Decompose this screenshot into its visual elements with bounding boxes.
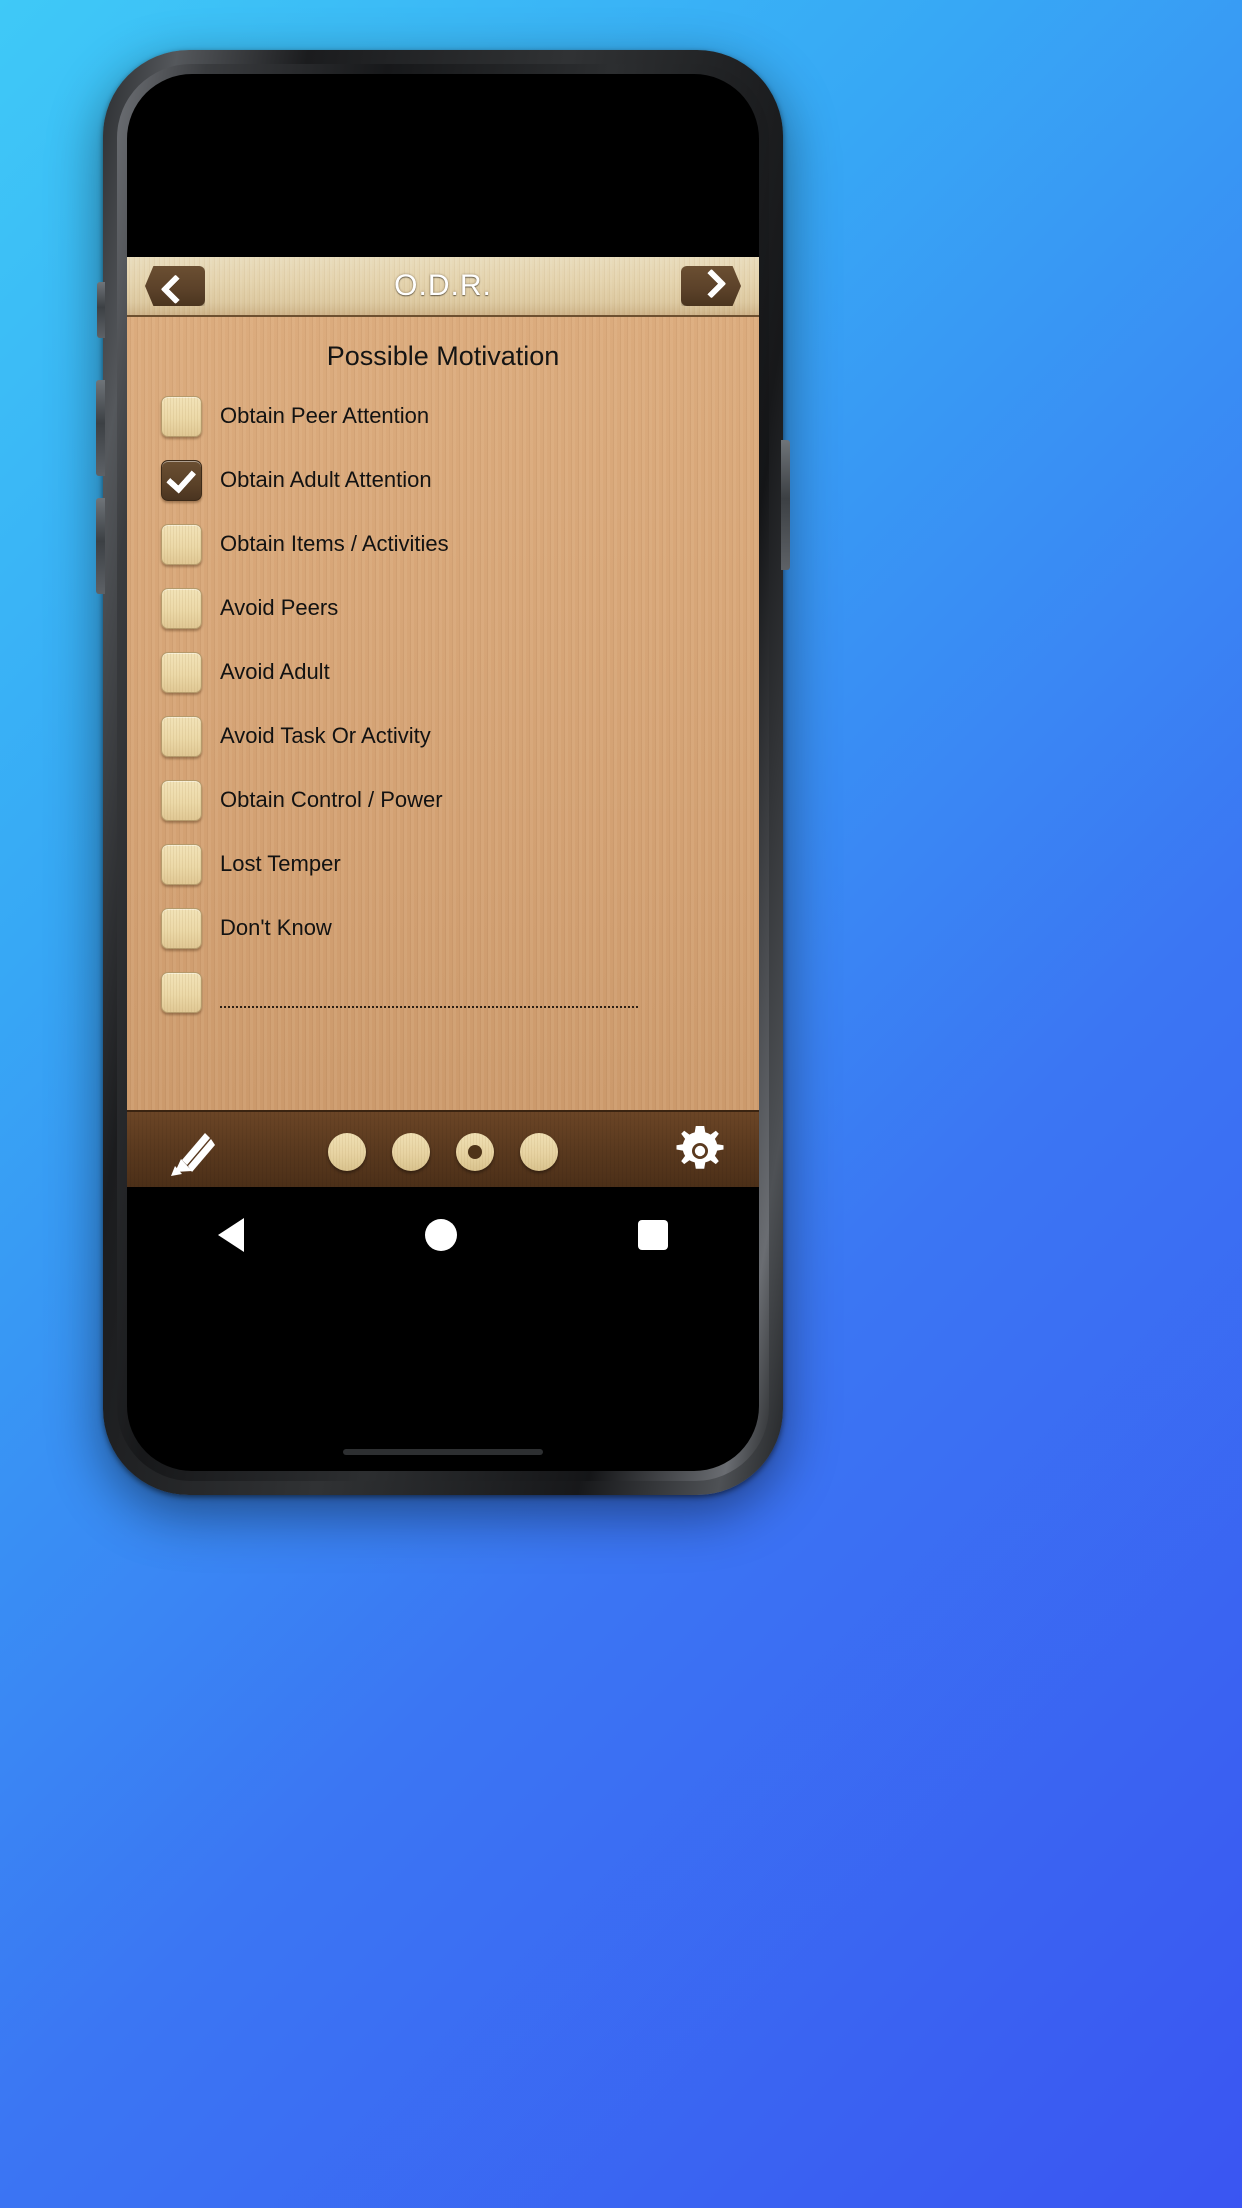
checklist-row-custom[interactable]	[127, 960, 759, 1024]
checkbox-unchecked[interactable]	[161, 715, 202, 757]
app-screen: O.D.R. Possible Motivation Obtain Peer A…	[127, 257, 759, 1187]
volume-up-button[interactable]	[96, 380, 105, 476]
chevron-left-icon	[160, 273, 190, 304]
android-nav-bar	[127, 1187, 759, 1283]
checklist-row-label: Don't Know	[220, 915, 332, 940]
checklist-row[interactable]: Obtain Items / Activities	[127, 512, 759, 576]
checklist-row-label: Avoid Peers	[220, 595, 339, 620]
checkbox-unchecked[interactable]	[161, 587, 202, 629]
phone-device: O.D.R. Possible Motivation Obtain Peer A…	[96, 50, 790, 1495]
checklist-row-label: Obtain Control / Power	[220, 787, 443, 812]
checklist-row[interactable]: Don't Know	[127, 896, 759, 960]
square-recents-icon[interactable]	[638, 1220, 669, 1250]
custom-motivation-input[interactable]	[220, 1005, 638, 1008]
checkbox-unchecked[interactable]	[161, 651, 202, 693]
checkbox-checked[interactable]	[161, 459, 202, 501]
checkbox-unchecked[interactable]	[161, 907, 202, 949]
motivation-checklist: Obtain Peer Attention Obtain Adult Attent…	[127, 378, 759, 1024]
section-heading: Possible Motivation	[326, 341, 560, 371]
checklist-row-label: Obtain Items / Activities	[220, 531, 449, 556]
mute-switch[interactable]	[97, 282, 105, 338]
checklist-row[interactable]: Obtain Peer Attention	[127, 384, 759, 448]
checklist-row-label: Avoid Task Or Activity	[220, 723, 431, 748]
circle-home-icon[interactable]	[424, 1219, 457, 1251]
checkbox-unchecked[interactable]	[161, 971, 202, 1013]
checklist-row-label: Obtain Adult Attention	[220, 467, 432, 492]
checklist-row[interactable]: Avoid Peers	[127, 576, 759, 640]
back-button[interactable]	[145, 266, 205, 306]
bottom-toolbar	[127, 1110, 759, 1187]
power-button[interactable]	[781, 440, 790, 570]
device-inner-frame: O.D.R. Possible Motivation Obtain Peer A…	[117, 64, 769, 1481]
checklist-row-label: Obtain Peer Attention	[220, 403, 430, 428]
checklist-row[interactable]: Obtain Control / Power	[127, 768, 759, 832]
checkbox-unchecked[interactable]	[161, 779, 202, 821]
volume-down-button[interactable]	[96, 498, 105, 594]
check-icon	[165, 462, 196, 494]
page-dot[interactable]	[520, 1132, 558, 1171]
checklist-row[interactable]: Avoid Task Or Activity	[127, 704, 759, 768]
page-title: O.D.R.	[394, 269, 492, 302]
chevron-right-icon	[696, 268, 726, 299]
checkbox-unchecked[interactable]	[161, 523, 202, 565]
settings-button[interactable]	[669, 1121, 731, 1183]
checkbox-unchecked[interactable]	[161, 395, 202, 437]
phone-screen: O.D.R. Possible Motivation Obtain Peer A…	[127, 74, 759, 1471]
checkbox-unchecked[interactable]	[161, 843, 202, 885]
checklist-row-label: Avoid Adult	[220, 659, 330, 684]
checklist-row[interactable]: Obtain Adult Attention	[127, 448, 759, 512]
triangle-back-icon[interactable]	[217, 1218, 244, 1252]
page-indicator-dots	[127, 1132, 759, 1171]
gear-icon	[676, 1125, 724, 1169]
checklist-row[interactable]: Avoid Adult	[127, 640, 759, 704]
checklist-row-label: Lost Temper	[220, 851, 341, 876]
app-body: Possible Motivation Obtain Peer Attentio…	[127, 317, 759, 1110]
page-dot-active[interactable]	[456, 1132, 494, 1171]
home-indicator	[343, 1449, 543, 1455]
next-button[interactable]	[681, 266, 741, 306]
page-dot[interactable]	[328, 1132, 366, 1171]
app-header: O.D.R.	[127, 257, 759, 317]
page-dot[interactable]	[392, 1132, 430, 1171]
checklist-row[interactable]: Lost Temper	[127, 832, 759, 896]
